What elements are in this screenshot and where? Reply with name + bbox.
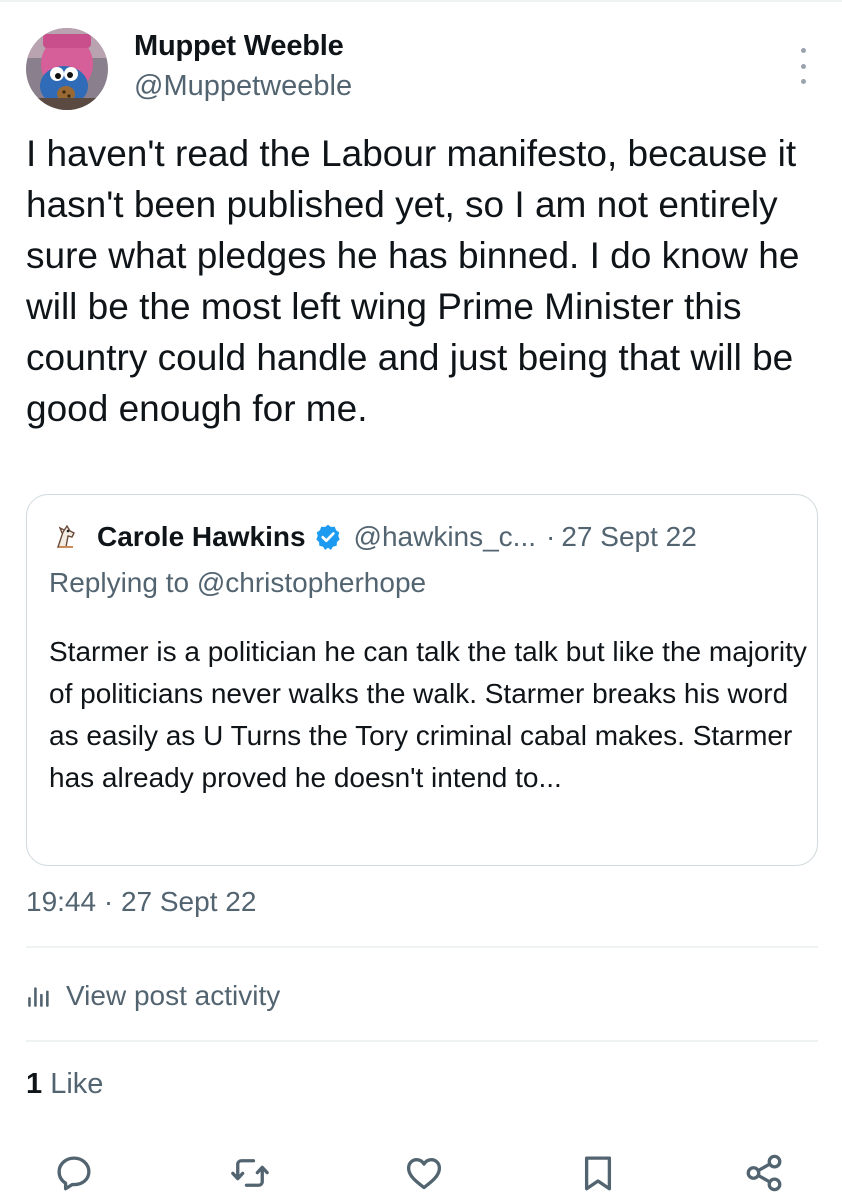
action-bar [44,1152,804,1200]
quoted-author-avatar[interactable] [49,520,83,554]
repost-icon [231,1159,269,1187]
reply-button[interactable] [44,1152,104,1200]
author-avatar-image [26,28,108,110]
like-label: Like [50,1068,104,1100]
divider [26,1040,818,1042]
verified-badge-icon [315,524,340,550]
divider [26,946,818,948]
like-button[interactable] [394,1152,454,1200]
more-options-icon[interactable] [796,48,810,84]
author-name[interactable]: Muppet Weeble [134,30,344,63]
quoted-date[interactable]: 27 Sept 22 [561,521,696,553]
top-divider [0,0,842,2]
reply-icon [57,1156,91,1191]
author-handle[interactable]: @Muppetweeble [134,70,352,103]
share-icon [746,1154,782,1192]
quoted-post-text: Starmer is a politician he can talk the … [49,636,807,793]
quoted-author-name[interactable]: Carole Hawkins [97,521,306,553]
post-timestamp[interactable]: 19:44 · 27 Sept 22 [26,886,256,918]
quoted-separator: · [546,521,556,552]
post-text: I haven't read the Labour manifesto, bec… [26,133,800,429]
like-count-link[interactable]: 1 Like [26,1068,103,1101]
view-post-activity-label: View post activity [66,980,281,1011]
bookmark-icon [584,1156,612,1191]
author-avatar[interactable] [26,28,108,110]
analytics-icon [28,987,49,1007]
like-icon [406,1158,442,1190]
view-post-activity-button[interactable]: View post activity [26,976,280,1016]
post-header: Muppet Weeble @Muppetweeble [26,26,816,112]
share-button[interactable] [734,1152,794,1200]
quoted-post-header: Carole Hawkins @hawkins_c... · 27 Sept 2… [49,519,799,555]
quoted-replying-to: Replying to @christopherhope [49,567,427,598]
bookmark-button[interactable] [568,1152,628,1200]
quoted-post[interactable]: Carole Hawkins @hawkins_c... · 27 Sept 2… [26,494,818,866]
repost-button[interactable] [220,1152,280,1200]
quoted-author-handle[interactable]: @hawkins_c... [354,521,537,553]
like-count: 1 [26,1068,43,1100]
